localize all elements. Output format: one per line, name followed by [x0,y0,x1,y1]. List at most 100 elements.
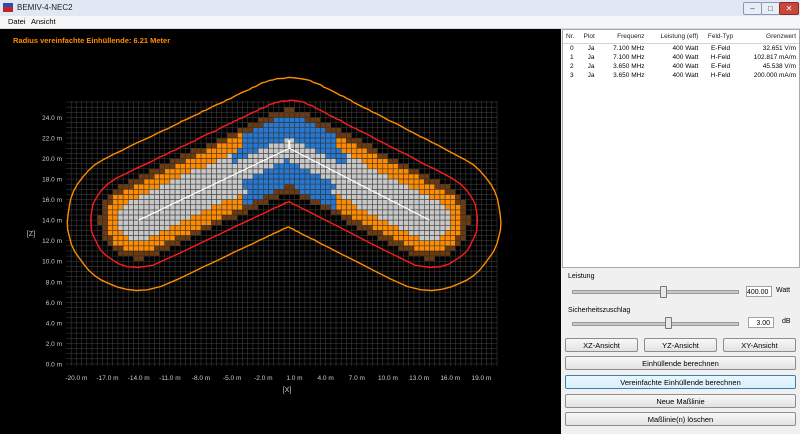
field-cell [222,184,227,190]
compute-simple-envelope-button[interactable]: Vereinfachte Einhüllende berechnen [565,375,796,389]
field-cell [388,235,393,241]
field-cell [310,128,315,133]
field-cell [320,158,326,164]
field-cell [237,128,243,133]
power-input[interactable]: 400.00 [746,286,772,297]
power-slider-track[interactable] [572,290,739,294]
menu-ansicht[interactable]: Ansicht [31,17,56,26]
safety-input[interactable]: 3.00 [748,317,774,328]
field-cell [284,133,289,138]
field-cell [133,220,139,225]
field-cell [357,215,362,220]
field-cell [351,220,357,225]
field-cell [305,117,310,123]
table-row[interactable]: 3 Ja 3.650 MHz 400 Watt H-Feld 200.000 m… [563,71,799,80]
field-cell [258,174,264,179]
field-cell [144,251,149,256]
field-cell [263,153,269,159]
col-header-power[interactable]: Leistung (eff) [647,30,702,44]
menu-datei[interactable]: Datei [8,17,26,26]
table-row[interactable]: 2 Ja 3.650 MHz 400 Watt E-Feld 45.538 V/… [563,62,799,71]
field-cell [258,199,264,205]
field-cell [351,199,357,205]
field-cell [263,148,269,154]
field-cell [185,235,191,241]
field-cell [196,158,201,164]
field-cell [445,215,450,220]
field-cell [383,174,388,179]
field-cell [164,199,170,205]
field-cell [398,179,404,184]
field-cell [102,230,108,236]
field-cell [414,230,419,236]
field-cell [175,174,180,179]
x-axis-label: [X] [283,387,292,394]
field-cell [123,246,129,251]
field-cell [258,148,264,154]
field-cell [253,194,258,200]
field-cell [279,169,284,174]
field-cell [367,210,373,215]
field-cell [190,179,196,184]
field-cell [237,210,243,215]
field-plot[interactable]: 24.0 m 22.0 m 20.0 m 18.0 m 16.0 m 14.0 m 12.0… [0,29,561,434]
field-cell [206,143,212,148]
maximize-button[interactable]: □ [761,2,780,15]
field-cell [325,199,331,205]
table-row[interactable]: 0 Ja 7.100 MHz 400 Watt E-Feld 32.651 V/… [563,44,799,54]
table-row[interactable]: 1 Ja 7.100 MHz 400 Watt H-Feld 102.817 m… [563,53,799,62]
field-cell [403,184,409,190]
field-cell [424,205,430,210]
safety-slider-track[interactable] [572,322,739,326]
field-cell [429,194,435,200]
col-header-frequency[interactable]: Frequenz [601,30,648,44]
minimize-button[interactable]: – [743,2,762,15]
field-cell [325,148,331,154]
field-cell [419,174,425,179]
field-cell [362,143,367,148]
col-header-plot[interactable]: Plot [580,30,602,44]
field-cell [341,169,347,174]
field-cell [149,194,154,200]
safety-slider-thumb[interactable] [664,317,672,329]
field-cell [102,210,108,215]
field-cell [206,194,212,200]
delete-dimension-lines-button[interactable]: Maßlinie(n) löschen [565,412,796,426]
field-cell [367,205,373,210]
field-cell [409,220,414,225]
field-cell [123,225,129,231]
col-header-field-type[interactable]: Feld-Typ [701,30,740,44]
field-cell [409,205,414,210]
xz-view-button[interactable]: XZ-Ansicht [565,338,638,352]
field-cell [211,199,217,205]
field-cell [305,112,310,118]
field-cell [133,205,139,210]
field-cell [274,143,279,148]
field-cell [268,143,274,148]
field-cell [341,215,347,220]
field-cell [206,215,212,220]
field-cell [362,148,367,154]
field-cell [144,240,149,246]
xy-view-button[interactable]: XY-Ansicht [723,338,796,352]
field-cell [289,179,295,184]
field-cell [388,215,393,220]
field-cell [227,184,232,190]
field-cell [268,174,274,179]
compute-envelope-button[interactable]: Einhüllende berechnen [565,356,796,370]
yz-view-button[interactable]: YZ-Ansicht [644,338,717,352]
y-tick-label: 18.0 m [42,177,62,184]
field-cell [289,163,295,169]
power-slider-thumb[interactable] [659,286,667,298]
field-cell [248,153,253,159]
field-cell [429,256,435,261]
col-header-nr[interactable]: Nr. [563,30,581,44]
field-cell [434,205,440,210]
close-button[interactable]: ✕ [779,2,799,15]
col-header-limit[interactable]: Grenzwert [739,30,799,44]
field-cell [429,189,435,195]
field-cell [133,235,139,241]
new-dimension-line-button[interactable]: Neue Maßlinie [565,394,796,408]
field-cell [341,158,347,164]
field-cell [460,205,466,210]
